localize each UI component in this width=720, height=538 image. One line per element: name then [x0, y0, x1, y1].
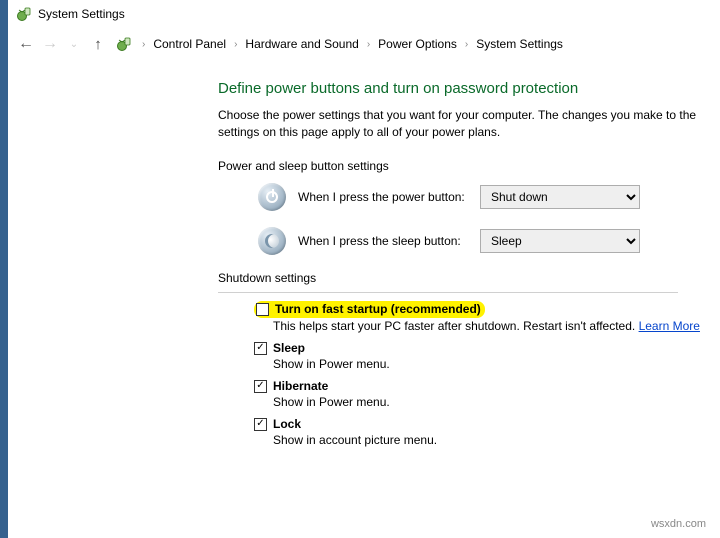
fast-startup-label: Turn on fast startup (recommended): [275, 302, 481, 316]
power-button-label: When I press the power button:: [298, 190, 468, 204]
crumb-power-options[interactable]: Power Options: [374, 35, 461, 53]
hibernate-checkbox[interactable]: [254, 380, 267, 393]
page-title: Define power buttons and turn on passwor…: [218, 80, 720, 97]
hibernate-desc: Show in Power menu.: [273, 395, 720, 409]
lock-checkbox[interactable]: [254, 418, 267, 431]
crumb-control-panel[interactable]: Control Panel: [149, 35, 230, 53]
fast-startup-highlight: Turn on fast startup (recommended): [254, 301, 485, 318]
learn-more-link[interactable]: Learn More: [639, 319, 700, 333]
sleep-button-label: When I press the sleep button:: [298, 234, 468, 248]
lock-desc: Show in account picture menu.: [273, 433, 720, 447]
sleep-button-action-select[interactable]: Sleep: [480, 229, 640, 253]
fast-startup-desc: This helps start your PC faster after sh…: [273, 319, 720, 333]
chevron-right-icon[interactable]: ›: [234, 39, 237, 50]
sleep-button-icon: [258, 227, 286, 255]
forward-button[interactable]: →: [40, 35, 60, 53]
fast-startup-checkbox[interactable]: [256, 303, 269, 316]
sleep-label: Sleep: [273, 341, 305, 355]
up-button[interactable]: ↑: [88, 36, 108, 53]
crumb-hardware-sound[interactable]: Hardware and Sound: [241, 35, 362, 53]
lock-label: Lock: [273, 417, 301, 431]
page-description: Choose the power settings that you want …: [218, 107, 720, 141]
chevron-right-icon[interactable]: ›: [367, 39, 370, 50]
recent-dropdown-icon[interactable]: ⌄: [64, 39, 84, 50]
sleep-checkbox[interactable]: [254, 342, 267, 355]
power-options-icon: [116, 36, 132, 52]
power-options-icon: [16, 6, 32, 22]
hibernate-label: Hibernate: [273, 379, 328, 393]
power-button-action-select[interactable]: Shut down: [480, 185, 640, 209]
breadcrumb: › Control Panel › Hardware and Sound › P…: [142, 35, 567, 53]
chevron-right-icon[interactable]: ›: [142, 39, 145, 50]
power-button-icon: [258, 183, 286, 211]
section-shutdown-settings: Shutdown settings: [218, 271, 720, 288]
sleep-desc: Show in Power menu.: [273, 357, 720, 371]
watermark: wsxdn.com: [651, 518, 706, 530]
window-title: System Settings: [38, 7, 125, 21]
chevron-right-icon[interactable]: ›: [465, 39, 468, 50]
crumb-system-settings[interactable]: System Settings: [472, 35, 567, 53]
divider: [218, 292, 678, 293]
back-button[interactable]: ←: [16, 35, 36, 53]
section-power-sleep-buttons: Power and sleep button settings: [218, 159, 720, 173]
